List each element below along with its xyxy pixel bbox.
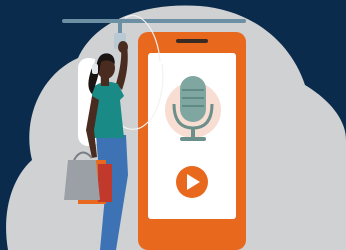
shopping-bag-gray xyxy=(64,160,100,200)
handrail-strap xyxy=(118,21,122,35)
shopping-bags xyxy=(64,151,112,204)
shopping-bag-red xyxy=(98,164,112,202)
woman-hand xyxy=(118,41,128,53)
play-icon[interactable] xyxy=(176,166,208,198)
phone-speaker xyxy=(176,39,208,43)
illustration-canvas xyxy=(0,0,346,250)
podcast-illustration xyxy=(0,0,346,250)
handrail-bar xyxy=(62,19,246,23)
